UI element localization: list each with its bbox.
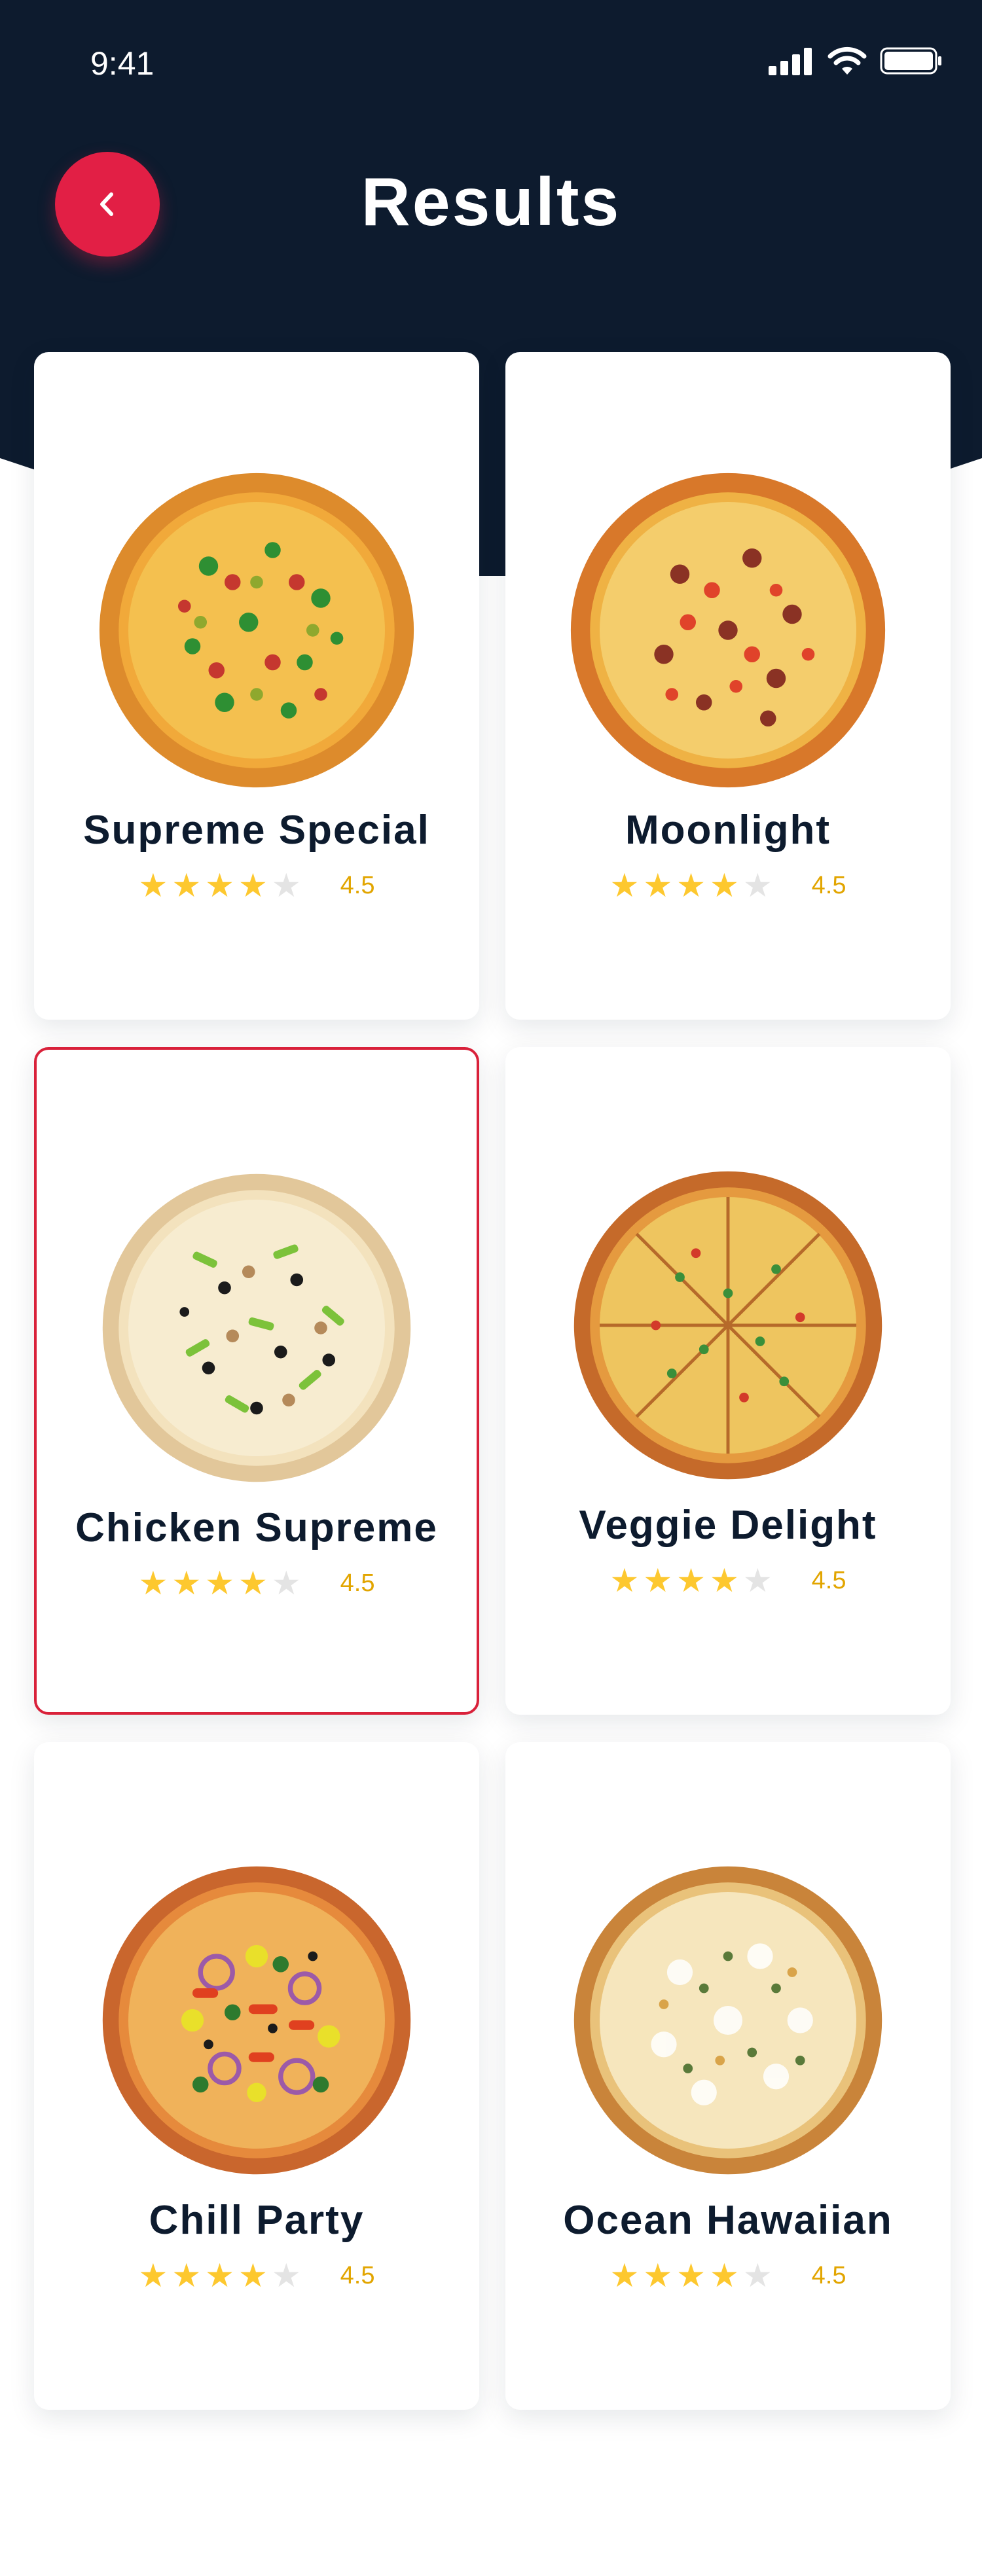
- rating: ★ ★ ★ ★ ★ 4.5: [505, 869, 951, 902]
- pizza-name: Chill Party: [149, 2198, 365, 2243]
- pizza-image: [568, 470, 888, 791]
- pizza-image: [96, 1168, 417, 1488]
- star-filled-icon: ★: [138, 2257, 168, 2294]
- star-filled-icon: ★: [710, 2257, 739, 2294]
- star-filled-icon: ★: [205, 1565, 234, 1601]
- star-empty-icon: ★: [742, 1562, 773, 1599]
- pizza-name: Ocean Hawaiian: [563, 2198, 893, 2243]
- star-empty-icon: ★: [742, 2257, 773, 2294]
- pizza-card-chill-party[interactable]: Chill Party ★ ★ ★ ★ ★ 4.5: [34, 1742, 479, 2410]
- battery-icon: [880, 47, 941, 75]
- star-rating: ★ ★ ★ ★ ★: [610, 2259, 773, 2292]
- star-filled-icon: ★: [205, 867, 234, 904]
- pizza-name: Chicken Supreme: [75, 1505, 438, 1550]
- pizza-image: [96, 470, 417, 791]
- pizza-card-moonlight[interactable]: Moonlight ★ ★ ★ ★ ★ 4.5: [505, 352, 951, 1020]
- star-empty-icon: ★: [271, 2257, 301, 2294]
- star-rating: ★ ★ ★ ★ ★: [139, 869, 301, 902]
- pizza-card-veggie-delight[interactable]: Veggie Delight ★ ★ ★ ★ ★ 4.5: [505, 1047, 951, 1715]
- rating-value: 4.5: [340, 2261, 375, 2289]
- rating: ★ ★ ★ ★ ★ 4.5: [34, 2259, 479, 2292]
- star-filled-icon: ★: [172, 1565, 202, 1601]
- rating-value: 4.5: [811, 1566, 846, 1594]
- status-time: 9:41: [90, 45, 155, 82]
- star-filled-icon: ★: [238, 867, 268, 904]
- rating-value: 4.5: [340, 1569, 375, 1597]
- star-filled-icon: ★: [676, 867, 706, 904]
- star-rating: ★ ★ ★ ★ ★: [139, 2259, 301, 2292]
- star-rating: ★ ★ ★ ★ ★: [610, 1564, 773, 1597]
- rating-value: 4.5: [340, 871, 375, 899]
- star-rating: ★ ★ ★ ★ ★: [139, 1567, 301, 1600]
- rating: ★ ★ ★ ★ ★ 4.5: [37, 1567, 477, 1600]
- pizza-name: Moonlight: [625, 808, 831, 853]
- star-filled-icon: ★: [676, 2257, 706, 2294]
- page-title: Results: [361, 164, 621, 240]
- star-empty-icon: ★: [271, 1565, 301, 1601]
- star-filled-icon: ★: [609, 2257, 640, 2294]
- rating-value: 4.5: [811, 871, 846, 899]
- rating: ★ ★ ★ ★ ★ 4.5: [505, 2259, 951, 2292]
- star-filled-icon: ★: [205, 2257, 234, 2294]
- star-filled-icon: ★: [676, 1562, 706, 1599]
- pizza-image: [96, 1860, 417, 2181]
- pizza-card-ocean-hawaiian[interactable]: Ocean Hawaiian ★ ★ ★ ★ ★ 4.5: [505, 1742, 951, 2410]
- star-filled-icon: ★: [138, 1565, 168, 1601]
- star-filled-icon: ★: [172, 2257, 202, 2294]
- star-rating: ★ ★ ★ ★ ★: [610, 869, 773, 902]
- pizza-card-supreme-special[interactable]: Supreme Special ★ ★ ★ ★ ★ 4.5: [34, 352, 479, 1020]
- pizza-image: [568, 1860, 888, 2181]
- star-empty-icon: ★: [271, 867, 301, 904]
- star-filled-icon: ★: [138, 867, 168, 904]
- pizza-name: Supreme Special: [83, 808, 430, 853]
- rating: ★ ★ ★ ★ ★ 4.5: [34, 869, 479, 902]
- star-filled-icon: ★: [609, 867, 640, 904]
- star-filled-icon: ★: [643, 2257, 673, 2294]
- star-filled-icon: ★: [238, 2257, 268, 2294]
- star-filled-icon: ★: [609, 1562, 640, 1599]
- star-filled-icon: ★: [238, 1565, 268, 1601]
- star-empty-icon: ★: [742, 867, 773, 904]
- star-filled-icon: ★: [643, 867, 673, 904]
- star-filled-icon: ★: [710, 1562, 739, 1599]
- rating: ★ ★ ★ ★ ★ 4.5: [505, 1564, 951, 1597]
- cellular-signal-icon: [769, 48, 812, 75]
- star-filled-icon: ★: [643, 1562, 673, 1599]
- results-grid: Supreme Special ★ ★ ★ ★ ★ 4.5 Moonlight …: [34, 352, 951, 2410]
- pizza-name: Veggie Delight: [579, 1503, 877, 1548]
- rating-value: 4.5: [811, 2261, 846, 2289]
- status-icons: [769, 46, 943, 76]
- star-filled-icon: ★: [172, 867, 202, 904]
- star-filled-icon: ★: [710, 867, 739, 904]
- pizza-card-chicken-supreme[interactable]: Chicken Supreme ★ ★ ★ ★ ★ 4.5: [34, 1047, 479, 1715]
- wifi-icon: [827, 46, 867, 75]
- pizza-image: [568, 1165, 888, 1486]
